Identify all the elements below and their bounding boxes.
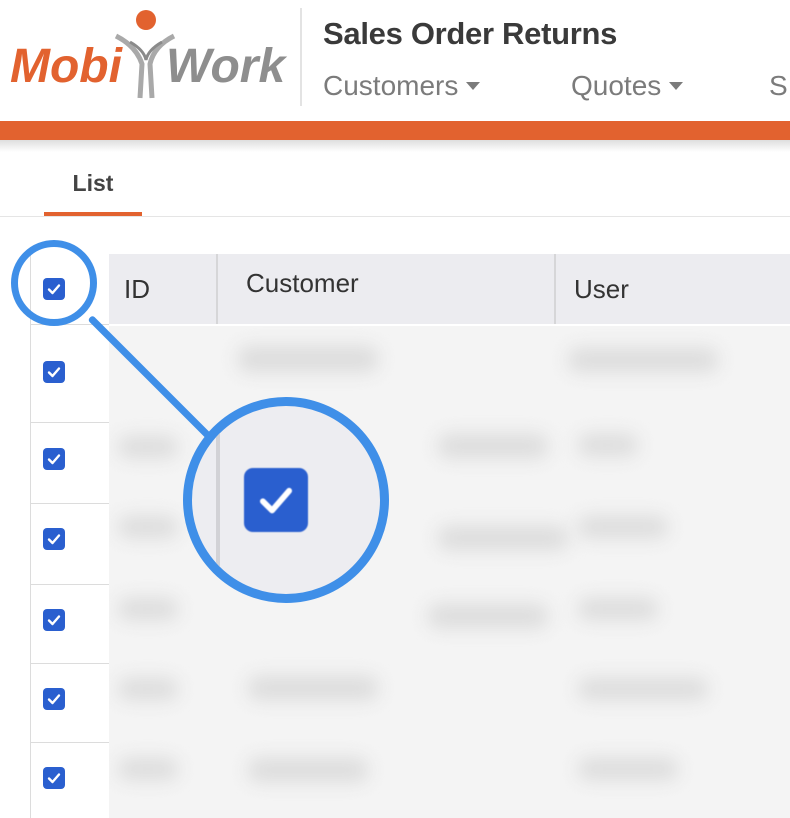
column-divider [216,254,218,324]
row-select-cell [31,585,109,664]
blurred-table-rows [108,326,790,818]
blurred-cell [238,346,378,372]
svg-text:Mobi: Mobi [10,40,124,93]
nav-item-truncated[interactable]: S [769,70,788,102]
nav-item-label: Customers [323,70,459,101]
main-nav: Customers Quotes S [323,70,790,110]
nav-item-quotes[interactable]: Quotes [571,70,684,102]
app-header: Mobi Work Sales Order Returns Customers … [0,0,790,120]
table-header-row: ID Customer User [108,254,790,324]
nav-item-label: S [769,70,788,101]
blurred-cell [118,436,178,458]
header-accent-bar [0,121,790,140]
blurred-cell [578,678,708,700]
blurred-cell [578,758,678,780]
select-column [30,254,109,818]
tab-divider [0,216,790,217]
row-checkbox[interactable] [43,528,65,550]
column-header-user[interactable]: User [574,254,629,324]
row-checkbox[interactable] [43,688,65,710]
logo-separator [300,8,302,106]
row-select-cell [31,664,109,743]
checkmark-icon [47,694,61,705]
nav-item-label: Quotes [571,70,662,101]
caret-down-icon [466,81,481,90]
checkmark-icon [47,615,61,626]
checkmark-icon [259,487,293,514]
row-checkbox[interactable] [43,448,65,470]
callout-ring-small [11,240,97,326]
blurred-cell [118,678,178,700]
blurred-cell [248,676,378,700]
svg-text:Work: Work [166,40,287,93]
nav-item-customers[interactable]: Customers [323,70,481,102]
caret-down-icon [669,81,684,90]
blurred-cell [438,526,568,550]
row-select-cell [31,504,109,585]
column-header-id[interactable]: ID [124,254,150,324]
blurred-cell [438,434,548,458]
magnified-checkbox-icon [244,468,308,532]
blurred-cell [118,516,178,538]
row-checkbox[interactable] [43,609,65,631]
blurred-cell [578,516,668,538]
row-select-cell [31,324,109,423]
blurred-cell [578,598,658,620]
blurred-cell [428,604,548,628]
magnified-column-divider [216,406,220,594]
row-checkbox[interactable] [43,767,65,789]
row-select-cell [31,743,109,818]
blurred-cell [248,758,368,782]
callout-magnifier [183,397,389,603]
blurred-cell [118,758,178,780]
blurred-cell [568,348,718,372]
column-divider [554,254,556,324]
checkmark-icon [47,773,61,784]
column-header-customer[interactable]: Customer [246,248,359,318]
header-shadow [0,140,790,152]
page-title: Sales Order Returns [323,16,618,51]
checkmark-icon [47,454,61,465]
row-select-cell [31,423,109,504]
tab-list[interactable]: List [44,168,142,216]
blurred-cell [118,598,178,620]
mobiwork-logo[interactable]: Mobi Work [8,6,288,106]
data-table: ID Customer User [30,254,790,818]
checkmark-icon [47,534,61,545]
checkmark-icon [47,367,61,378]
tab-label: List [72,170,114,196]
row-checkbox[interactable] [43,361,65,383]
blurred-cell [578,434,638,456]
